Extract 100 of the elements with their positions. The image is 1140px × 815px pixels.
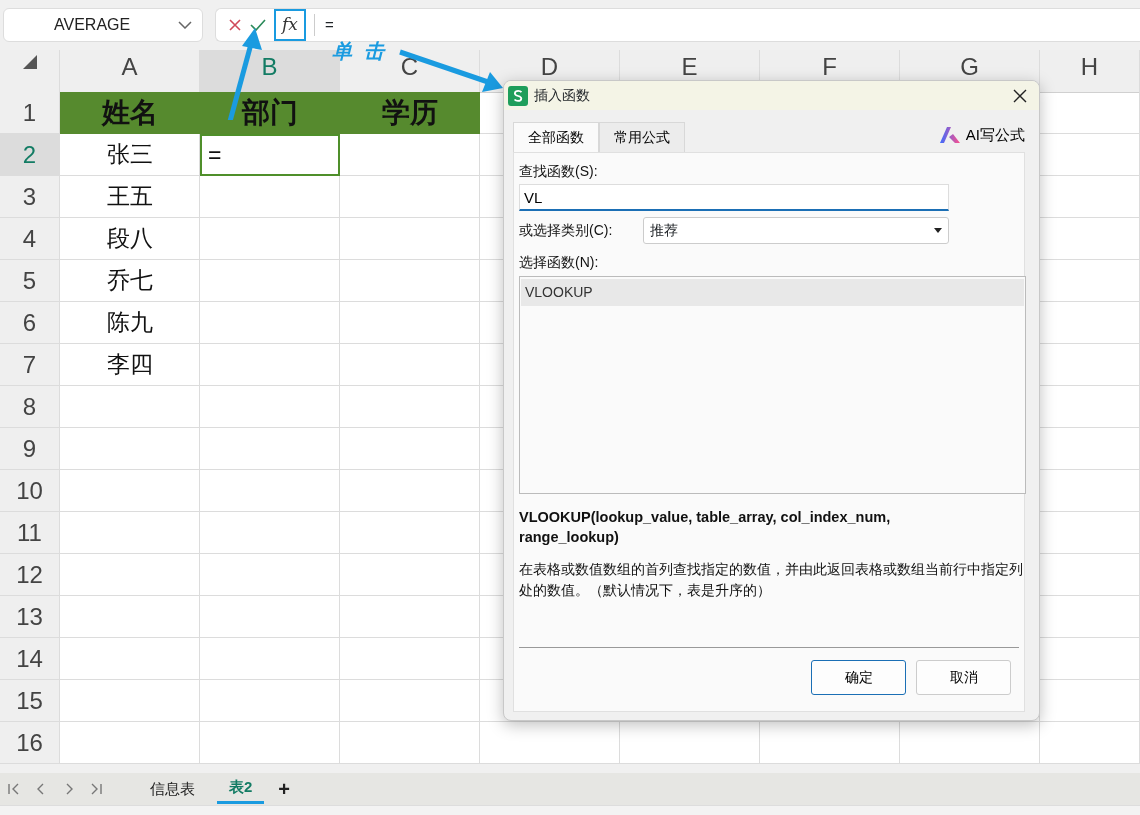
table-cell[interactable] [200,512,340,554]
row-header[interactable]: 15 [0,680,60,722]
row-header[interactable]: 11 [0,512,60,554]
row-header[interactable]: 13 [0,596,60,638]
row-header[interactable]: 12 [0,554,60,596]
name-box-value: AVERAGE [54,15,131,35]
table-cell[interactable] [60,512,200,554]
table-cell[interactable]: 王五 [60,176,200,218]
table-cell[interactable] [60,638,200,680]
table-cell[interactable] [620,722,760,764]
row-header[interactable]: 9 [0,428,60,470]
table-cell[interactable] [200,554,340,596]
table-cell[interactable] [200,722,340,764]
insert-function-button[interactable]: fx [274,9,306,41]
table-cell[interactable] [60,428,200,470]
table-cell[interactable] [340,428,480,470]
spreadsheet-app-icon [508,85,528,106]
row-header[interactable]: 14 [0,638,60,680]
table-cell[interactable]: 学历 [340,92,480,134]
table-cell[interactable] [60,680,200,722]
table-cell[interactable] [200,302,340,344]
search-field[interactable]: VL [519,184,949,211]
row-header[interactable]: 6 [0,302,60,344]
table-cell[interactable] [340,470,480,512]
table-cell[interactable] [340,554,480,596]
table-cell[interactable] [60,386,200,428]
table-cell[interactable] [200,428,340,470]
table-cell[interactable]: 姓名 [60,92,200,134]
table-cell[interactable] [340,344,480,386]
row-header[interactable]: 10 [0,470,60,512]
table-cell[interactable] [200,344,340,386]
checkmark-icon[interactable] [250,18,266,32]
table-cell[interactable] [340,722,480,764]
table-cell[interactable] [340,134,480,176]
table-cell[interactable] [340,638,480,680]
dialog-tab[interactable]: 常用公式 [599,122,685,152]
name-box[interactable]: AVERAGE [3,8,203,42]
row-header[interactable]: 8 [0,386,60,428]
category-dropdown[interactable]: 推荐 [643,217,949,244]
table-cell[interactable] [60,596,200,638]
function-signature: VLOOKUP(lookup_value, table_array, col_index_num, range_lookup) [519,508,892,547]
field-label: 选择函数(N): [519,253,600,272]
ai-logo-icon [939,126,960,143]
column-header[interactable]: H [1040,50,1140,93]
table-cell[interactable] [760,722,900,764]
table-cell[interactable] [340,596,480,638]
table-cell[interactable] [200,680,340,722]
row-header[interactable]: 16 [0,722,60,764]
table-cell[interactable]: 部门 [200,92,340,134]
row-header[interactable]: 3 [0,176,60,218]
row-header[interactable]: 7 [0,344,60,386]
table-cell[interactable] [60,554,200,596]
dialog-tab[interactable]: 全部函数 [513,122,599,152]
active-cell[interactable]: = [200,134,340,176]
table-cell[interactable] [200,260,340,302]
table-cell[interactable] [340,386,480,428]
table-cell[interactable]: 陈九 [60,302,200,344]
add-sheet-button[interactable]: + [274,774,295,804]
last-sheet-icon[interactable] [90,782,104,796]
table-cell[interactable] [480,722,620,764]
table-cell[interactable] [200,596,340,638]
table-cell[interactable] [340,176,480,218]
row-header[interactable]: 1 [0,92,60,134]
ai-formula-button[interactable]: AI写公式 [939,123,1025,152]
table-cell[interactable] [900,722,1040,764]
close-icon[interactable] [228,18,242,32]
table-cell[interactable] [340,218,480,260]
close-icon [1013,89,1027,104]
table-cell[interactable] [200,638,340,680]
table-cell[interactable] [340,680,480,722]
sheet-tab[interactable]: 信息表 [138,775,207,803]
table-cell[interactable] [200,218,340,260]
table-cell[interactable] [340,512,480,554]
table-cell[interactable]: 段八 [60,218,200,260]
table-cell[interactable]: 乔七 [60,260,200,302]
table-cell[interactable] [60,722,200,764]
table-cell[interactable] [1040,722,1140,764]
row-header[interactable]: 2 [0,134,60,176]
ok-button[interactable]: 确定 [811,660,906,695]
table-cell[interactable]: 张三 [60,134,200,176]
formula-text[interactable]: = [314,13,334,37]
table-cell[interactable] [340,260,480,302]
table-cell[interactable] [60,470,200,512]
field-label: 查找函数(S): [519,162,599,181]
cancel-button[interactable]: 取消 [916,660,1011,695]
select-all-icon[interactable] [22,55,37,69]
caret-icon [934,228,942,233]
function-description: 在表格或数值数组的首列查找指定的数值，并由此返回表格或数组当前行中指定列处的数值。（默认情况下，表是升序的） [519,561,1024,601]
table-cell[interactable] [200,470,340,512]
table-cell[interactable] [200,386,340,428]
table-cell[interactable] [200,176,340,218]
function-list-item[interactable]: VLOOKUP [521,279,1024,306]
row-header[interactable]: 5 [0,260,60,302]
field-label: 或选择类别(C): [519,221,614,240]
column-header[interactable]: A [60,50,200,93]
table-cell[interactable]: 李四 [60,344,200,386]
row-header[interactable]: 4 [0,218,60,260]
table-cell[interactable] [340,302,480,344]
first-sheet-icon[interactable] [6,782,20,796]
chevron-down-icon [178,21,192,29]
